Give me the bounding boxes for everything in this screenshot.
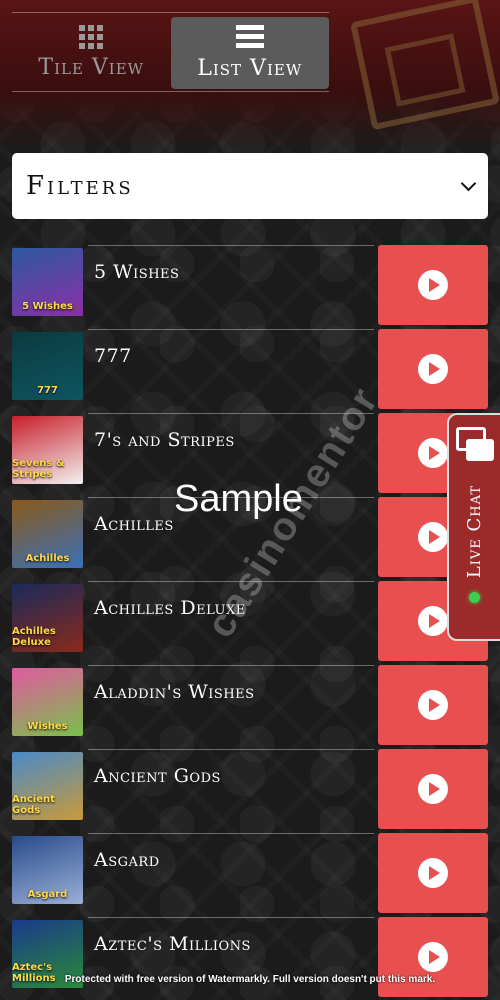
game-thumbnail[interactable]: Ancient Gods bbox=[12, 752, 83, 820]
play-icon bbox=[418, 858, 448, 888]
game-name[interactable]: 7's and Stripes bbox=[94, 429, 235, 451]
list-view-button[interactable]: List View bbox=[170, 17, 329, 89]
game-thumbnail[interactable]: Achilles bbox=[12, 500, 83, 568]
play-icon bbox=[418, 270, 448, 300]
game-name[interactable]: Asgard bbox=[94, 849, 160, 871]
play-icon bbox=[418, 354, 448, 384]
row-divider bbox=[88, 665, 374, 666]
play-button[interactable] bbox=[378, 245, 488, 325]
row-divider bbox=[88, 833, 374, 834]
game-name[interactable]: Ancient Gods bbox=[94, 765, 221, 787]
game-name[interactable]: 777 bbox=[94, 345, 132, 367]
play-icon bbox=[418, 774, 448, 804]
game-thumbnail[interactable]: Sevens & Stripes bbox=[12, 416, 83, 484]
tile-view-label: Tile View bbox=[38, 54, 145, 80]
play-button[interactable] bbox=[378, 665, 488, 745]
game-row: Ancient Gods Ancient Gods bbox=[12, 749, 488, 833]
watermark-footer: Protected with free version of Watermark… bbox=[64, 974, 436, 985]
list-icon bbox=[235, 25, 264, 48]
list-view-label: List View bbox=[197, 56, 303, 81]
row-divider bbox=[88, 917, 374, 918]
row-divider bbox=[88, 245, 374, 246]
game-thumbnail[interactable]: 777 bbox=[12, 332, 83, 400]
grid-icon bbox=[79, 24, 104, 49]
game-name[interactable]: Achilles bbox=[94, 513, 174, 535]
game-name[interactable]: Aladdin's Wishes bbox=[94, 681, 255, 703]
row-divider bbox=[88, 329, 374, 330]
game-thumbnail[interactable]: Asgard bbox=[12, 836, 83, 904]
chat-bubbles-icon bbox=[455, 427, 494, 467]
online-status-icon bbox=[469, 592, 480, 604]
game-thumbnail[interactable]: 5 Wishes bbox=[12, 248, 83, 316]
filters-label: Filters bbox=[26, 171, 134, 201]
tile-view-button[interactable]: Tile View bbox=[12, 13, 171, 91]
game-row: 777 777 bbox=[12, 329, 488, 413]
live-chat-label: Live Chat bbox=[464, 485, 485, 579]
game-row: Asgard Asgard bbox=[12, 833, 488, 917]
game-row: Wishes Aladdin's Wishes bbox=[12, 665, 488, 749]
view-toggle: Tile View List View bbox=[12, 12, 329, 92]
game-row: Aztec's Millions Aztec's Millions bbox=[12, 917, 488, 1000]
watermark-sample: Sample bbox=[174, 478, 303, 520]
play-icon bbox=[418, 690, 448, 720]
live-chat-button[interactable]: Live Chat bbox=[447, 413, 500, 641]
game-name[interactable]: 5 Wishes bbox=[94, 261, 179, 283]
play-button[interactable] bbox=[378, 329, 488, 409]
filters-dropdown[interactable]: Filters bbox=[12, 153, 488, 219]
chevron-down-icon bbox=[460, 175, 477, 191]
play-icon bbox=[418, 438, 448, 468]
play-icon bbox=[418, 942, 448, 972]
game-thumbnail[interactable]: Achilles Deluxe bbox=[12, 584, 83, 652]
play-button[interactable] bbox=[378, 833, 488, 913]
game-name[interactable]: Aztec's Millions bbox=[94, 933, 251, 955]
play-button[interactable] bbox=[378, 917, 488, 997]
game-thumbnail[interactable]: Wishes bbox=[12, 668, 83, 736]
row-divider bbox=[88, 749, 374, 750]
play-icon bbox=[418, 606, 448, 636]
game-row: 5 Wishes 5 Wishes bbox=[12, 245, 488, 329]
play-button[interactable] bbox=[378, 749, 488, 829]
play-icon bbox=[418, 522, 448, 552]
